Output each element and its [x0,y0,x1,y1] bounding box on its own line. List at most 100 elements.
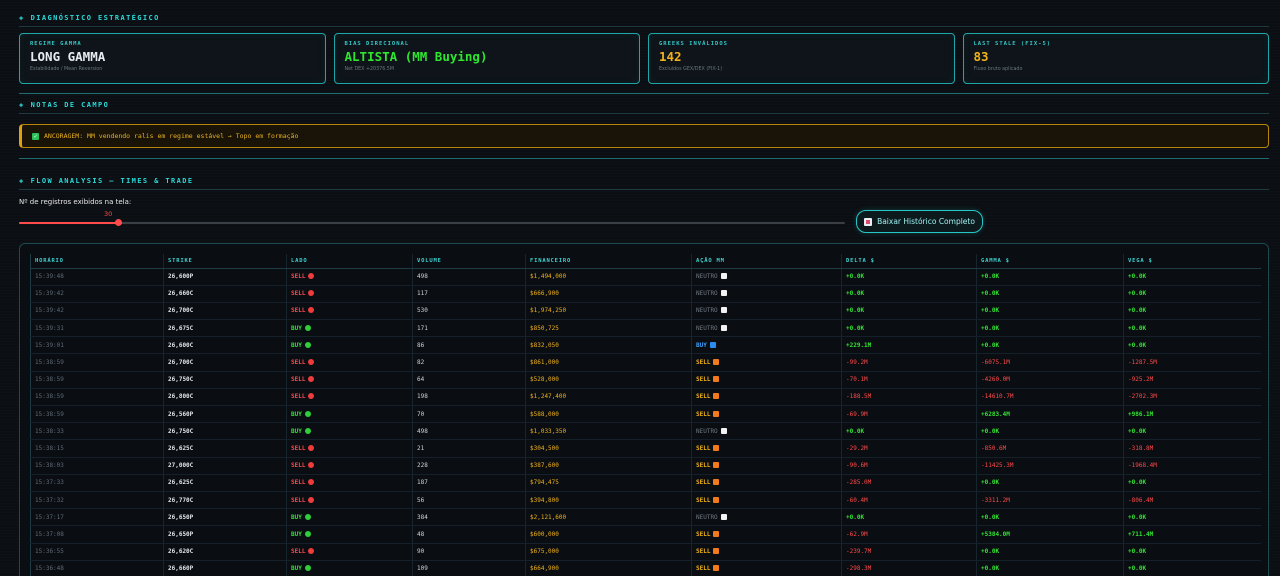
side-label: SELL [291,548,306,556]
cell-time: 15:37:08 [30,525,164,544]
side-label: SELL [291,496,306,504]
column-header[interactable]: VOLUME [412,254,526,269]
table-row[interactable]: 15:38:59 26,800C SELL 198 $1,247,400 SELL -188… [30,388,1261,407]
mm-action-label: SELL [696,444,711,452]
mm-square-icon [713,462,720,469]
side-label: BUY [291,513,302,521]
table-row[interactable]: 15:37:32 26,770C SELL 56 $394,800 SELL -60.4M -… [30,491,1261,510]
table-row[interactable]: 15:39:01 26,600C BUY 86 $832,050 BUY +229.1M +0… [30,336,1261,355]
table-header-row: HORÁRIO STRIKE LADO VOLUME FINANCEIRO AÇÃO MM… [30,254,1261,269]
flow-table-container[interactable]: HORÁRIO STRIKE LADO VOLUME FINANCEIRO AÇÃO MM… [19,243,1269,576]
cell-financial: $304,500 [525,439,692,458]
cell-time: 15:39:42 [30,285,164,303]
cell-volume: 228 [412,457,526,475]
cell-volume: 90 [412,543,526,561]
cell-mm-action: NEUTRO [691,508,842,527]
side-label: BUY [291,565,302,573]
cell-strike: 26,660P [163,560,287,576]
column-header[interactable]: VEGA $ [1123,254,1261,269]
table-row[interactable]: 15:39:31 26,675C BUY 171 $850,725 NEUTRO +0.0K… [30,319,1261,338]
cell-mm-action: SELL [691,457,842,475]
slider-thumb[interactable] [115,219,123,226]
column-header[interactable]: AÇÃO MM [691,254,842,269]
side-dot-icon [308,273,315,280]
column-header[interactable]: HORÁRIO [30,254,164,269]
diagnostic-card: GREEKS INVÁLIDOS 142 Excluídos GEX/DEX (FI… [648,33,955,84]
records-slider[interactable] [19,219,845,226]
cell-vega: +0.0K [1123,422,1261,441]
cell-volume: 530 [412,302,526,321]
column-header[interactable]: STRIKE [163,254,287,269]
cell-mm-action: NEUTRO [691,268,842,286]
cell-mm-action: NEUTRO [691,285,842,303]
diamond-icon: ◈ [19,101,25,109]
cell-time: 15:37:32 [30,491,164,510]
mm-action-label: NEUTRO [696,273,718,281]
cell-vega: +0.0K [1123,319,1261,338]
mm-action-label: BUY [696,341,707,349]
cell-financial: $387,600 [525,457,692,475]
side-dot-icon [304,565,311,572]
divider [19,26,1269,27]
table-body: 15:39:48 26,600P SELL 498 $1,494,000 NEUTRO +0… [30,268,1261,576]
side-label: SELL [291,376,306,384]
cell-gamma: +5384.0M [976,525,1124,544]
cell-strike: 26,600P [163,268,287,286]
cell-side: SELL [286,285,413,303]
mm-action-label: NEUTRO [696,427,718,435]
download-history-button[interactable]: Baixar Histórico Completo [856,210,983,233]
cell-strike: 26,800C [163,388,287,407]
side-label: SELL [291,479,306,487]
table-row[interactable]: 15:37:33 26,625C SELL 187 $794,475 SELL -285.0… [30,474,1261,492]
table-row[interactable]: 15:38:33 26,750C BUY 498 $1,033,350 NEUTRO +0.… [30,422,1261,441]
cell-mm-action: SELL [691,353,842,372]
column-header[interactable]: DELTA $ [841,254,977,269]
cell-time: 15:37:17 [30,508,164,527]
cell-vega: +986.1M [1123,405,1261,424]
cell-delta: -70.1M [841,371,977,389]
column-header[interactable]: GAMMA $ [976,254,1124,269]
cell-side: BUY [286,336,413,355]
cell-volume: 498 [412,422,526,441]
table-row[interactable]: 15:37:08 26,650P BUY 48 $600,000 SELL -62.9M +5… [30,525,1261,544]
table-row[interactable]: 15:38:15 26,625C SELL 21 $304,500 SELL -29.2M -… [30,439,1261,458]
table-row[interactable]: 15:37:17 26,650P BUY 384 $2,121,600 NEUTRO +0.… [30,508,1261,527]
cell-gamma: +0.0K [976,474,1124,492]
cell-delta: -29.2M [841,439,977,458]
cell-mm-action: SELL [691,560,842,576]
calendar-icon [864,217,873,226]
table-row[interactable]: 15:36:55 26,620C SELL 90 $675,000 SELL -239.7M… [30,543,1261,561]
mm-square-icon [713,359,720,366]
cell-side: BUY [286,508,413,527]
table-row[interactable]: 15:38:59 26,700C SELL 82 $861,000 SELL -99.2M -… [30,353,1261,372]
cell-vega: -2702.3M [1123,388,1261,407]
mm-square-icon [713,548,720,555]
table-row[interactable]: 15:38:59 26,750C SELL 64 $528,000 SELL -70.1M -… [30,371,1261,389]
table-row[interactable]: 15:38:03 27,000C SELL 228 $387,600 SELL -90.6M… [30,457,1261,475]
mm-action-label: SELL [696,359,711,367]
cell-delta: -188.5M [841,388,977,407]
table-row[interactable]: 15:36:48 26,660P BUY 109 $664,900 SELL -298.3M… [30,560,1261,576]
diagnostic-card: REGIME GAMMA LONG GAMMA Estabilidade / Mea… [19,33,326,84]
side-dot-icon [308,393,315,400]
cell-time: 15:39:31 [30,319,164,338]
table-row[interactable]: 15:39:42 26,700C SELL 530 $1,974,250 NEUTRO +0… [30,302,1261,321]
column-header[interactable]: LADO [286,254,413,269]
table-row[interactable]: 15:39:48 26,600P SELL 498 $1,494,000 NEUTRO +0… [30,268,1261,286]
cell-volume: 198 [412,388,526,407]
cell-vega: +0.0K [1123,285,1261,303]
cell-financial: $675,000 [525,543,692,561]
side-label: BUY [291,341,302,349]
cell-side: BUY [286,422,413,441]
cell-side: SELL [286,353,413,372]
side-dot-icon [308,479,315,486]
cell-mm-action: SELL [691,474,842,492]
cell-gamma: -14610.7M [976,388,1124,407]
table-row[interactable]: 15:38:59 26,560P BUY 70 $588,000 SELL -69.9M +6… [30,405,1261,424]
column-header[interactable]: FINANCEIRO [525,254,692,269]
cell-mm-action: SELL [691,371,842,389]
side-label: SELL [291,444,306,452]
mm-square-icon [720,273,727,280]
cell-financial: $1,247,400 [525,388,692,407]
table-row[interactable]: 15:39:42 26,660C SELL 117 $666,900 NEUTRO +0.0… [30,285,1261,303]
